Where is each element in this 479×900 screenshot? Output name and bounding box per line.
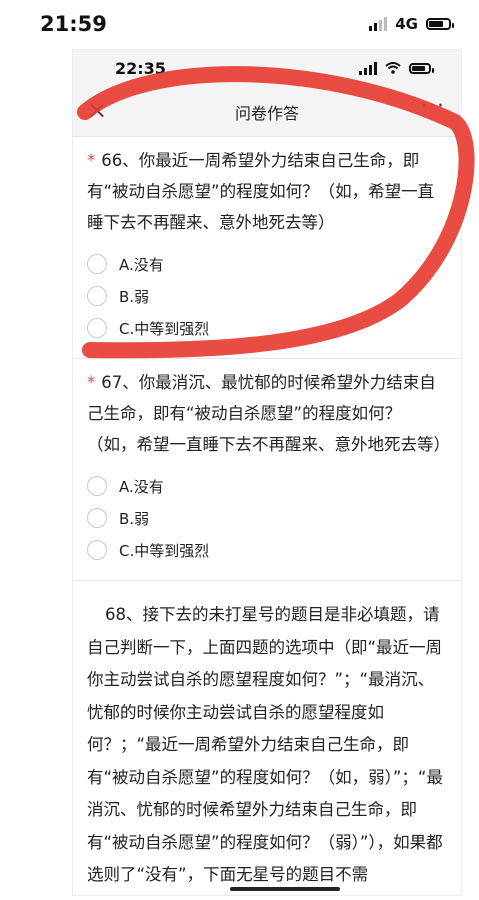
inner-status-bar: 22:35 <box>73 50 461 86</box>
radio-button[interactable] <box>87 286 107 306</box>
question-68: 68、接下去的未打星号的题目是非必填题，请自己判断一下，上面四题的选项中（即“最… <box>73 581 461 892</box>
option-label: B.弱 <box>119 287 150 306</box>
battery-icon <box>426 18 454 30</box>
option-b[interactable]: B.弱 <box>87 280 447 312</box>
radio-button[interactable] <box>87 508 107 528</box>
option-label: C.中等到强烈 <box>119 319 210 338</box>
signal-icon <box>359 61 377 75</box>
option-a[interactable]: A.没有 <box>87 470 447 502</box>
option-label: A.没有 <box>119 255 164 274</box>
required-star: * <box>87 373 96 392</box>
outer-clock: 21:59 <box>40 12 107 36</box>
home-indicator <box>230 887 340 891</box>
radio-button[interactable] <box>87 318 107 338</box>
question-67: * 67、你最消沉、最忧郁的时候希望外力结束自己生命，即有“被动自杀愿望”的程度如… <box>73 359 461 581</box>
outer-status-bar: 21:59 4G <box>0 0 479 44</box>
inner-screenshot: 22:35 × 问卷作答 ··· * 66、你最近一周希望外力结束自己生命，即有“… <box>73 50 461 895</box>
question-text: * 67、你最消沉、最忧郁的时候希望外力结束自己生命，即有“被动自杀愿望”的程度如… <box>87 367 450 460</box>
option-label: C.中等到强烈 <box>119 541 210 560</box>
network-label: 4G <box>395 15 418 33</box>
question-66: * 66、你最近一周希望外力结束自己生命，即有“被动自杀愿望”的程度如何？（如，希… <box>73 137 461 359</box>
question-67-text: 67、你最消沉、最忧郁的时候希望外力结束自己生命，即有“被动自杀愿望”的程度如何… <box>87 373 450 454</box>
inner-status-icons <box>359 61 434 75</box>
option-a[interactable]: A.没有 <box>87 248 447 280</box>
radio-button[interactable] <box>87 254 107 274</box>
question-66-text: 66、你最近一周希望外力结束自己生命，即有“被动自杀愿望”的程度如何？（如，希望… <box>87 151 435 232</box>
nav-bar: × 问卷作答 ··· <box>73 86 461 137</box>
battery-icon <box>409 62 434 74</box>
question-68-text: 68、接下去的未打星号的题目是非必填题，请自己判断一下，上面四题的选项中（即“最… <box>87 605 443 884</box>
options-group: A.没有 B.弱 C.中等到强烈 <box>87 470 447 566</box>
options-group: A.没有 B.弱 C.中等到强烈 <box>87 248 447 344</box>
survey-content: * 66、你最近一周希望外力结束自己生命，即有“被动自杀愿望”的程度如何？（如，希… <box>73 137 461 892</box>
wifi-icon <box>385 62 401 74</box>
question-text: * 66、你最近一周希望外力结束自己生命，即有“被动自杀愿望”的程度如何？（如，希… <box>87 145 447 238</box>
required-star: * <box>87 151 96 170</box>
option-b[interactable]: B.弱 <box>87 502 447 534</box>
page-title: 问卷作答 <box>234 104 299 123</box>
option-c[interactable]: C.中等到强烈 <box>87 534 447 566</box>
outer-status-icons: 4G <box>369 15 454 33</box>
signal-icon <box>369 17 388 31</box>
option-label: A.没有 <box>119 477 164 496</box>
radio-button[interactable] <box>87 476 107 496</box>
option-label: B.弱 <box>119 509 150 528</box>
option-c[interactable]: C.中等到强烈 <box>87 312 447 344</box>
more-icon[interactable]: ··· <box>421 94 445 119</box>
inner-clock: 22:35 <box>115 59 166 78</box>
radio-button[interactable] <box>87 540 107 560</box>
